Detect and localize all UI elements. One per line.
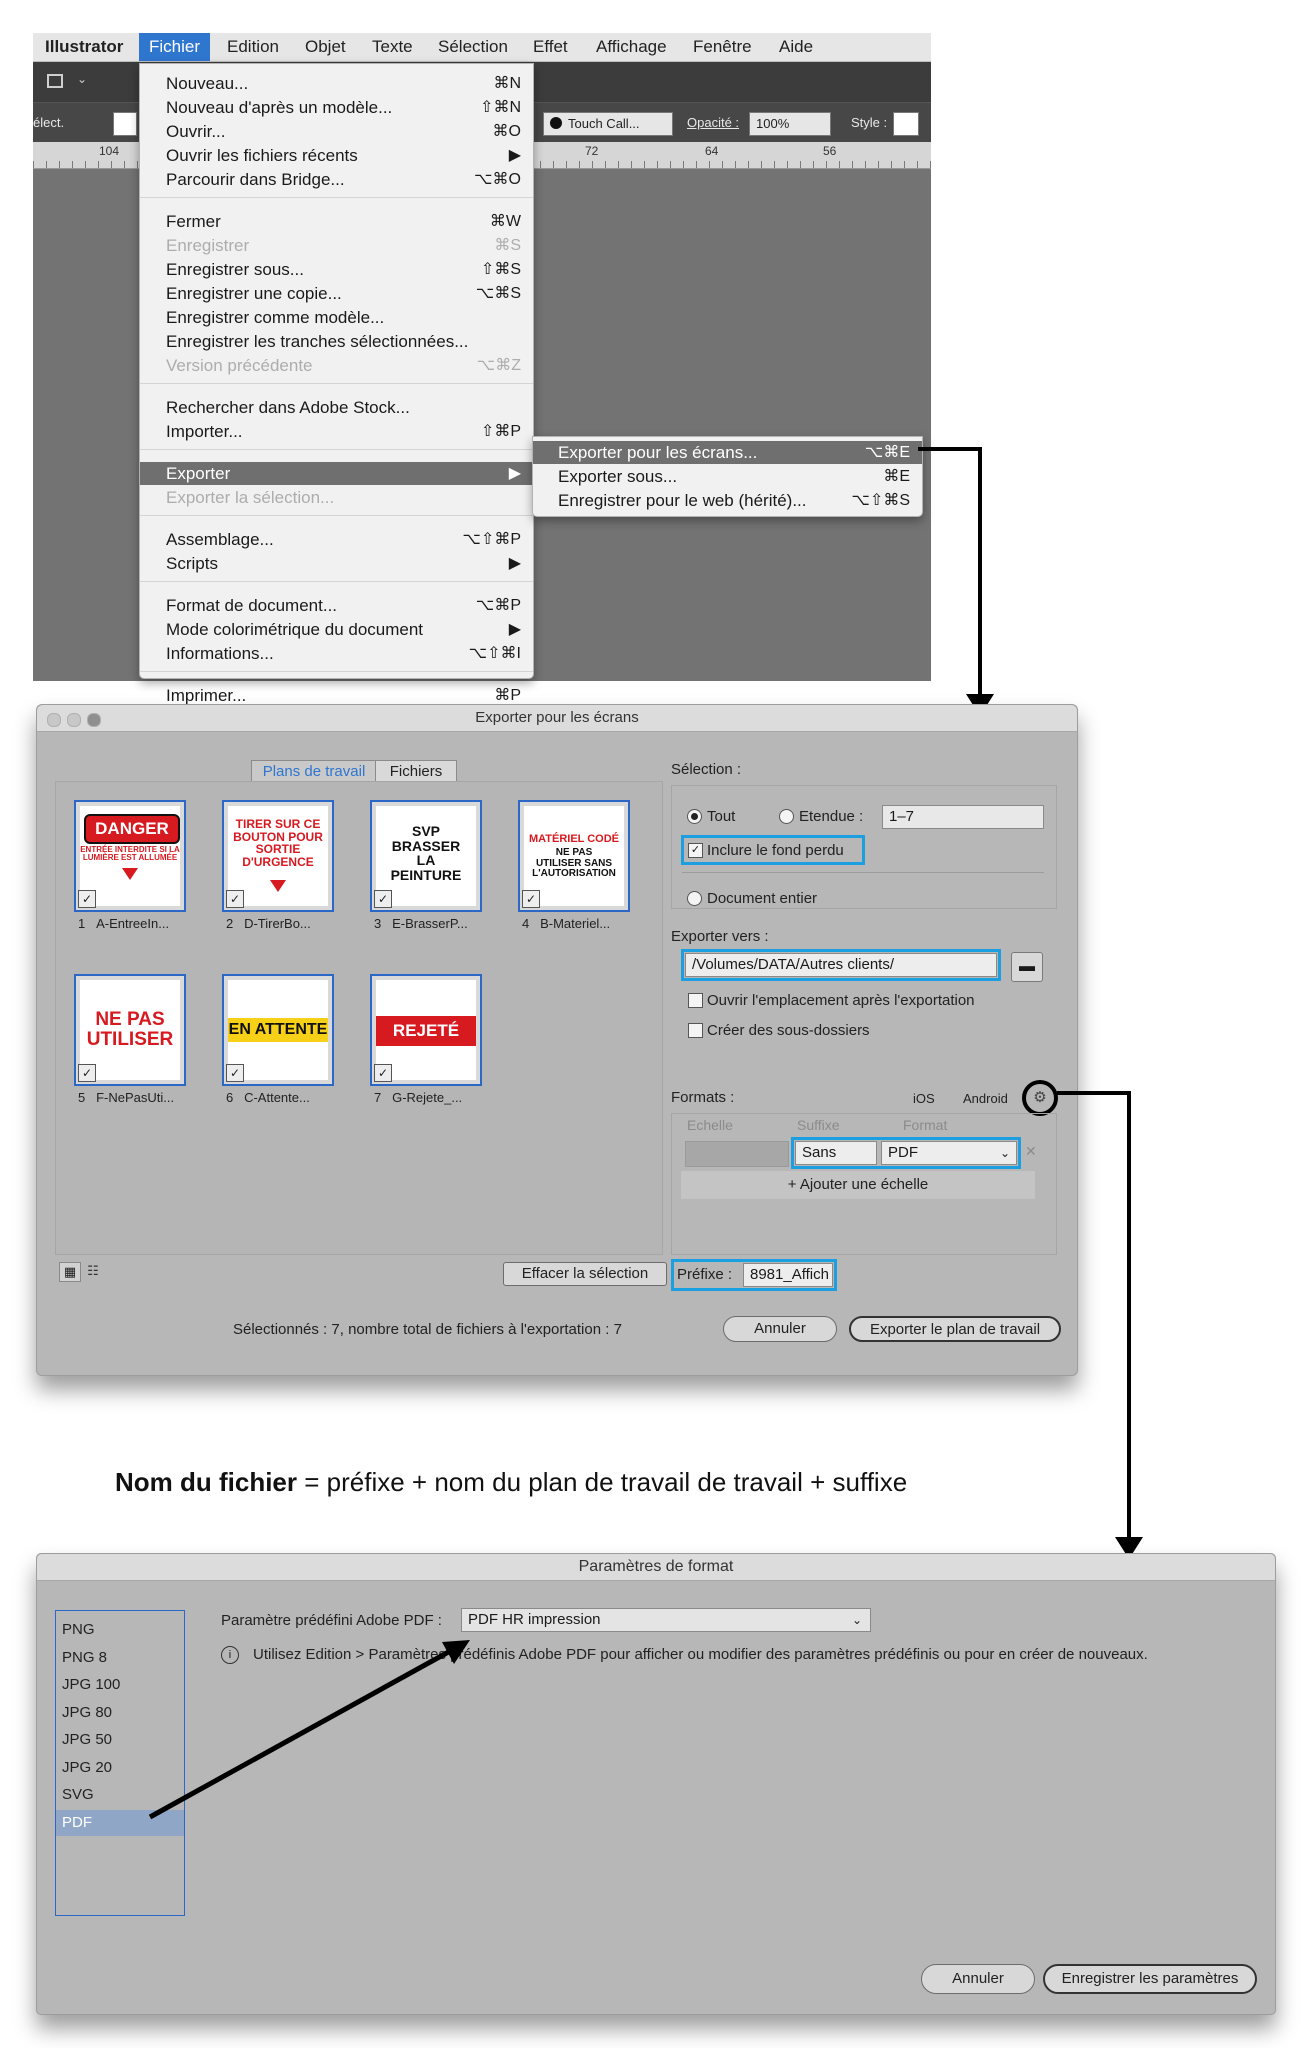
annotation-arrow-line — [148, 1647, 454, 1820]
annotation-arrow — [148, 1640, 470, 1820]
